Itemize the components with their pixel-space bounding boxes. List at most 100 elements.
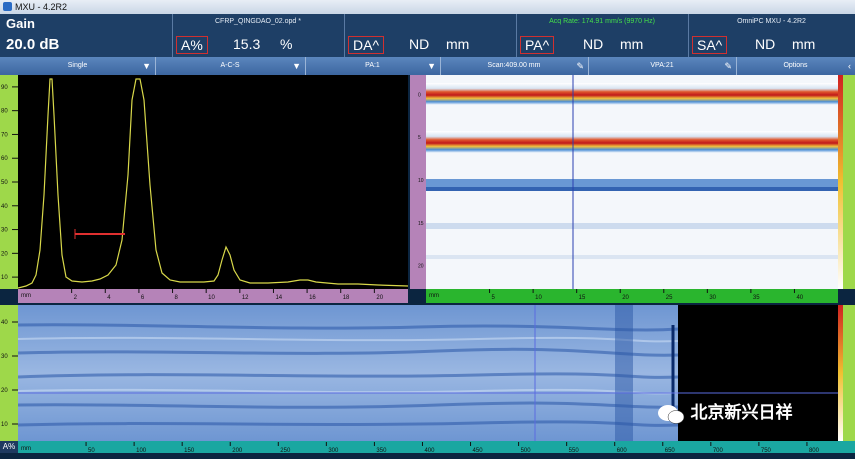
ascan-axis-tick-label: 14 (275, 295, 282, 301)
ascan-plot (18, 78, 408, 289)
cscan-axis-tick-label: 250 (280, 448, 291, 454)
window-title: MXU - 4.2R2 (15, 2, 68, 12)
sscan-depth-tick-label: 5 (418, 135, 421, 141)
bscan-depth-tick-label: 40 (1, 320, 8, 326)
options-button[interactable]: Options ‹ (736, 57, 855, 75)
arrow-down-icon: ▼ (292, 61, 301, 71)
chevron-left-icon: ‹ (848, 61, 851, 71)
sscan-axis-tick-label: 10 (535, 295, 542, 301)
sscan-axis-unit: mm (429, 293, 439, 299)
sscan-depth-tick-label: 10 (418, 178, 424, 184)
ascan-axis-tick-label: 4 (107, 295, 111, 301)
ascan-amplitude-ticks: 90 80 70 60 50 40 30 20 10 (1, 85, 18, 281)
view-dropdown[interactable]: A-C-S ▼ (155, 57, 306, 75)
sscan-axis-ticks: mm 5 10 15 20 25 30 35 40 (429, 289, 804, 301)
ascan-axis-ticks: mm 2 4 6 8 10 12 14 16 18 20 (21, 289, 384, 301)
cscan-axis-unit: mm (21, 446, 31, 452)
ascan-axis-tick-label: 2 (74, 295, 78, 301)
sscan-axis-tick-label: 20 (622, 295, 629, 301)
reading-pa-value: ND (583, 36, 604, 52)
reading-sa-unit: mm (792, 36, 816, 52)
product-name: OmniPC MXU - 4.2R2 (737, 18, 806, 25)
cscan-right-ruler[interactable] (843, 305, 855, 441)
sscan-right-ruler[interactable] (843, 75, 855, 289)
sscan-depth-tick-label: 20 (418, 264, 424, 270)
reading-pa-label[interactable]: PA^ (520, 36, 555, 54)
sscan-depth-tick-label: 0 (418, 92, 421, 98)
ascan-view[interactable] (18, 75, 408, 289)
sscan-axis-tick-label: 30 (709, 295, 716, 301)
sscan-index-axis[interactable]: mm 5 10 15 20 25 30 35 40 (426, 289, 838, 303)
ascan-amplitude-tick-label: 10 (1, 275, 8, 281)
ascan-axis-tick-label: 18 (343, 295, 350, 301)
toolbar: Single ▼ A-C-S ▼ PA:1 ▼ Scan:409.00 mm ✎… (0, 57, 855, 75)
reading-a-label[interactable]: A% (176, 36, 208, 54)
cscan-axis-tick-label: 50 (88, 448, 95, 454)
sscan-depth-tick-label: 15 (418, 221, 424, 227)
ascan-axis-tick-label: 10 (208, 295, 215, 301)
ascan-amplitude-tick-label: 90 (1, 85, 8, 91)
ascan-ultrasound-axis[interactable]: mm 2 4 6 8 10 12 14 16 18 20 (18, 289, 408, 303)
reading-da-value: ND (409, 36, 430, 52)
cscan-axis-tick-label: 150 (184, 448, 195, 454)
group-label: PA:1 (365, 62, 380, 69)
bscan-depth-tick-label: 30 (1, 354, 8, 360)
ascan-amplitude-tick-label: 70 (1, 132, 8, 138)
cscan-y-ticks: 0 5 10 15 20 (418, 92, 424, 270)
sscan-axis-tick-label: 15 (579, 295, 586, 301)
reading-a-value: 15.3 (233, 36, 261, 52)
vpa-label: VPA:21 (650, 62, 674, 69)
reading-a-unit: % (280, 36, 293, 52)
sscan-axis-tick-label: 25 (666, 295, 673, 301)
cscan-axis-tick-label: 450 (473, 448, 484, 454)
acq-rate: Acq Rate: 174.91 mm/s (9970 Hz) (549, 18, 655, 25)
sscan-image (426, 75, 838, 289)
cscan-axis-tick-label: 750 (761, 448, 772, 454)
cscan-axis-tick-label: 550 (569, 448, 580, 454)
header-panel: Gain 20.0 dB CFRP_QINGDAO_02.opd * Acq R… (0, 14, 855, 57)
cscan-axis-tick-label: 650 (665, 448, 676, 454)
cscan-scan-axis[interactable]: mm 50 100 150 200 250 300 350 400 450 500 550 600 65… (18, 441, 855, 454)
brand-text: 北京新兴日祥 (690, 403, 793, 422)
cscan-axis-ticks: mm 50 100 150 200 250 300 350 400 450 500 550 600 65… (21, 442, 820, 454)
title-bar: MXU - 4.2R2 (0, 0, 855, 14)
bscan-depth-tick-label: 10 (1, 422, 8, 428)
reading-sa-value: ND (755, 36, 776, 52)
arrow-down-icon: ▼ (427, 61, 436, 71)
cscan-axis-tick-label: 600 (617, 448, 628, 454)
view-label: A-C-S (220, 62, 240, 69)
bscan-depth-ruler[interactable]: 40 30 20 10 (0, 305, 18, 441)
gain-label: Gain (6, 16, 35, 31)
cscan-left-ruler[interactable]: 0 5 10 15 20 (418, 75, 426, 289)
layout-dropdown[interactable]: Single ▼ (0, 57, 156, 75)
pencil-icon: ✎ (576, 61, 584, 71)
vpa-field[interactable]: VPA:21 ✎ (588, 57, 737, 75)
ascan-amplitude-ruler[interactable]: 90 80 70 60 50 40 30 20 10 (0, 75, 18, 289)
ascan-axis-tick-label: 12 (242, 295, 249, 301)
sscan-axis-tick-label: 35 (753, 295, 760, 301)
bscan-depth-tick-label: 20 (1, 388, 8, 394)
cscan-axis-tick-label: 100 (136, 448, 147, 454)
group-dropdown[interactable]: PA:1 ▼ (305, 57, 441, 75)
ascan-axis-tick-label: 6 (141, 295, 145, 301)
reading-da-unit: mm (446, 36, 470, 52)
sscan-view[interactable] (426, 75, 838, 289)
file-name: CFRP_QINGDAO_02.opd * (215, 18, 301, 25)
ascan-amplitude-tick-label: 20 (1, 251, 8, 257)
reading-sa-label[interactable]: SA^ (692, 36, 728, 54)
ascan-axis-tick-label: 8 (175, 295, 179, 301)
cscan-axis-tick-label: 700 (713, 448, 724, 454)
sscan-axis-tick-label: 40 (796, 295, 803, 301)
gain-cell[interactable]: Gain 20.0 dB (0, 14, 173, 57)
cscan-axis-tick-label: 300 (328, 448, 339, 454)
scan-position-label: Scan:409.00 mm (487, 62, 541, 69)
wechat-watermark: 北京新兴日祥 (656, 398, 792, 425)
cscan-corner-label: A% (0, 441, 18, 453)
ascan-amplitude-tick-label: 50 (1, 180, 8, 186)
scan-position-field[interactable]: Scan:409.00 mm ✎ (440, 57, 589, 75)
ascan-axis-tick-label: 16 (309, 295, 316, 301)
ascan-amplitude-tick-label: 30 (1, 228, 8, 234)
sscan-axis-tick-label: 5 (492, 295, 496, 301)
reading-da-label[interactable]: DA^ (348, 36, 385, 54)
ascan-axis-tick-label: 20 (376, 295, 383, 301)
